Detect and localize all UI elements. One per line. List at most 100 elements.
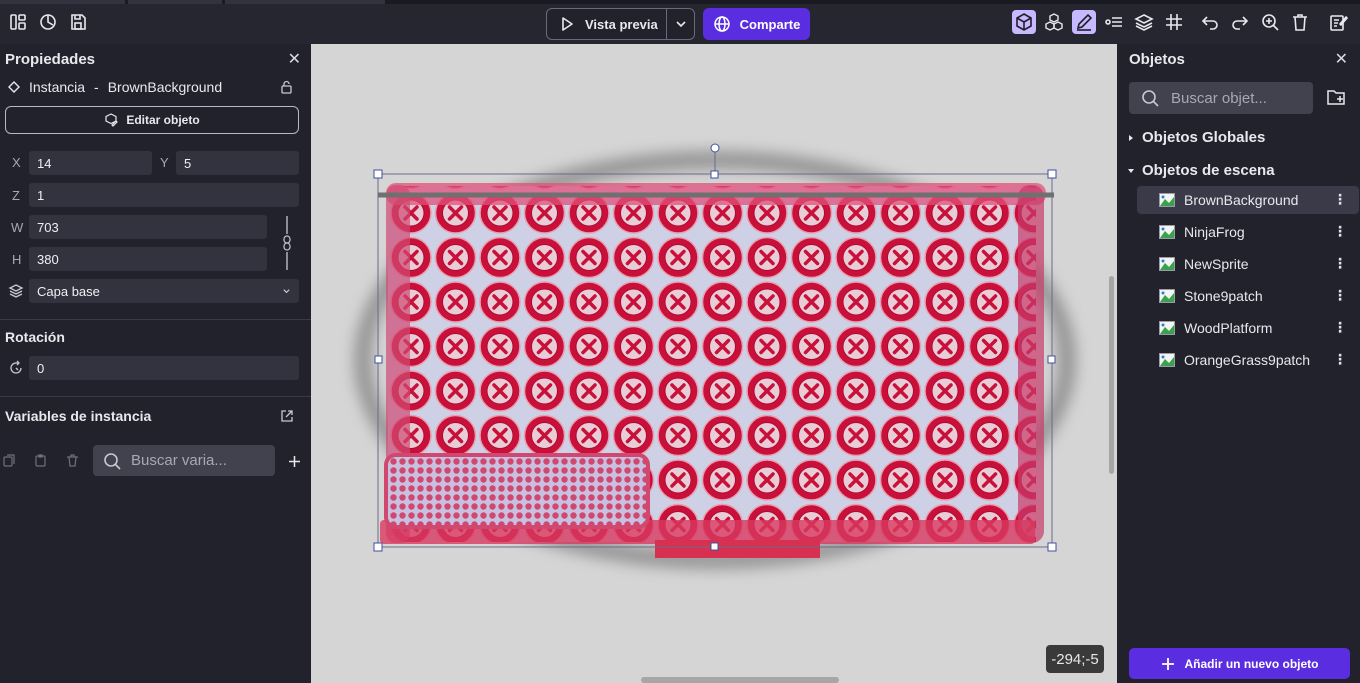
object-item[interactable]: Stone9patch ⋮ — [1137, 282, 1359, 310]
object-item-label: NinjaFrog — [1184, 224, 1245, 240]
resize-handle-ne[interactable] — [1047, 169, 1057, 179]
trash-icon[interactable] — [1288, 10, 1312, 34]
sprite-inset-panel — [384, 453, 650, 529]
cursor-coordinates: -294;-5 — [1046, 645, 1104, 673]
globe-icon — [713, 16, 730, 32]
search-icon — [1142, 90, 1159, 107]
image-thumbnail-icon — [1159, 289, 1175, 303]
more-options-icon[interactable]: ⋮ — [1333, 255, 1347, 272]
scene-objects-group[interactable]: Objetos de escena — [1127, 162, 1275, 179]
link-ratio-icon[interactable] — [280, 214, 294, 272]
canvas-vertical-scrollbar[interactable] — [1109, 276, 1114, 474]
variables-title: Variables de instancia — [5, 408, 152, 424]
properties-header: Propiedades ✕ — [0, 44, 311, 74]
object-item-label: Stone9patch — [1184, 288, 1263, 304]
rotate-icon — [10, 360, 22, 374]
play-icon — [562, 17, 573, 31]
scene-canvas[interactable] — [311, 44, 1117, 683]
zoom-icon[interactable] — [1258, 10, 1282, 34]
objects-header: Objetos ✕ — [1117, 44, 1360, 74]
properties-title: Propiedades — [5, 50, 96, 68]
rotation-handle[interactable] — [710, 143, 720, 153]
share-button[interactable]: Comparte — [703, 8, 810, 40]
variables-search-input[interactable]: Buscar varia... — [93, 445, 275, 476]
add-object-button[interactable]: Añadir un nuevo objeto — [1129, 648, 1350, 679]
save-icon[interactable] — [66, 10, 90, 34]
objects-search-input[interactable]: Buscar objet... — [1129, 82, 1313, 114]
undo-icon[interactable] — [1198, 10, 1222, 34]
object-item[interactable]: BrownBackground ⋮ — [1137, 186, 1359, 214]
object-item[interactable]: NinjaFrog ⋮ — [1137, 218, 1359, 246]
x-input[interactable]: 14 — [29, 151, 152, 175]
close-icon[interactable]: ✕ — [288, 49, 301, 69]
w-input[interactable]: 703 — [29, 215, 267, 239]
more-options-icon[interactable]: ⋮ — [1333, 319, 1347, 336]
tab-2[interactable] — [128, 0, 222, 4]
y-input[interactable]: 5 — [176, 151, 299, 175]
rotation-input[interactable]: 0 — [29, 356, 299, 380]
edit-object-icon — [105, 113, 119, 127]
instance-prefix: Instancia — [29, 79, 86, 95]
object-item[interactable]: NewSprite ⋮ — [1137, 250, 1359, 278]
object-item[interactable]: OrangeGrass9patch ⋮ — [1137, 346, 1359, 374]
object-item-label: BrownBackground — [1184, 192, 1299, 208]
notes-edit-icon[interactable] — [1326, 10, 1350, 34]
properties-list-icon[interactable] — [1102, 10, 1126, 34]
top-toolbar: Vista previa Comparte — [0, 0, 1360, 44]
objects-panel: Objetos ✕ Buscar objet... Objetos Global… — [1117, 44, 1360, 683]
resize-handle-e[interactable] — [1047, 355, 1056, 364]
tab-1[interactable] — [0, 0, 125, 4]
3d-object-icon[interactable] — [1012, 10, 1036, 34]
add-object-label: Añadir un nuevo objeto — [1184, 656, 1319, 671]
more-options-icon[interactable]: ⋮ — [1333, 191, 1347, 208]
scene-view[interactable] — [311, 44, 1117, 683]
resize-handle-s[interactable] — [710, 542, 719, 551]
panels-icon[interactable] — [6, 10, 30, 34]
paste-icon[interactable] — [34, 454, 47, 467]
layers-icon[interactable] — [1132, 10, 1156, 34]
divider — [0, 396, 311, 397]
add-icon[interactable] — [288, 455, 301, 468]
history-icon[interactable] — [36, 10, 60, 34]
caret-right-icon — [1129, 134, 1133, 141]
close-icon[interactable]: ✕ — [1335, 49, 1348, 69]
chevron-down-icon — [283, 288, 290, 293]
edit-pencil-icon[interactable] — [1072, 10, 1096, 34]
canvas-horizontal-scrollbar[interactable] — [641, 677, 839, 683]
resize-handle-nw[interactable] — [373, 169, 383, 179]
global-objects-group[interactable]: Objetos Globales — [1127, 129, 1265, 146]
open-external-icon[interactable] — [280, 409, 294, 423]
properties-panel: Propiedades ✕ Instancia - BrownBackgroun… — [0, 44, 311, 683]
object-item[interactable]: WoodPlatform ⋮ — [1137, 314, 1359, 342]
trash-icon[interactable] — [66, 454, 79, 467]
lock-open-icon[interactable] — [280, 80, 293, 94]
layer-select[interactable]: Capa base — [29, 279, 299, 303]
preview-button[interactable]: Vista previa — [546, 8, 695, 40]
image-thumbnail-icon — [1159, 321, 1175, 335]
more-options-icon[interactable]: ⋮ — [1333, 287, 1347, 304]
resize-handle-n[interactable] — [710, 170, 719, 179]
grid-icon[interactable] — [1162, 10, 1186, 34]
resize-handle-sw[interactable] — [373, 542, 383, 552]
resize-handle-se[interactable] — [1047, 542, 1057, 552]
preview-dropdown[interactable] — [667, 18, 694, 30]
layers-icon — [8, 284, 24, 298]
preview-main[interactable]: Vista previa — [547, 9, 667, 39]
sprite-bottom-strip — [655, 540, 820, 558]
edit-object-button[interactable]: Editar objeto — [5, 106, 299, 134]
add-folder-icon[interactable] — [1326, 88, 1346, 106]
instance-name: BrownBackground — [107, 79, 223, 95]
object-item-label: WoodPlatform — [1184, 320, 1273, 336]
more-options-icon[interactable]: ⋮ — [1333, 223, 1347, 240]
resize-handle-w[interactable] — [374, 355, 383, 364]
h-input[interactable]: 380 — [29, 247, 267, 271]
tab-3[interactable] — [225, 0, 385, 4]
y-label: Y — [160, 155, 169, 170]
copy-icon[interactable] — [3, 454, 16, 467]
edit-object-label: Editar objeto — [126, 113, 200, 127]
instance-row: Instancia - BrownBackground — [0, 74, 311, 100]
z-input[interactable]: 1 — [29, 183, 299, 207]
more-options-icon[interactable]: ⋮ — [1333, 351, 1347, 368]
objects-group-icon[interactable] — [1042, 10, 1066, 34]
redo-icon[interactable] — [1228, 10, 1252, 34]
